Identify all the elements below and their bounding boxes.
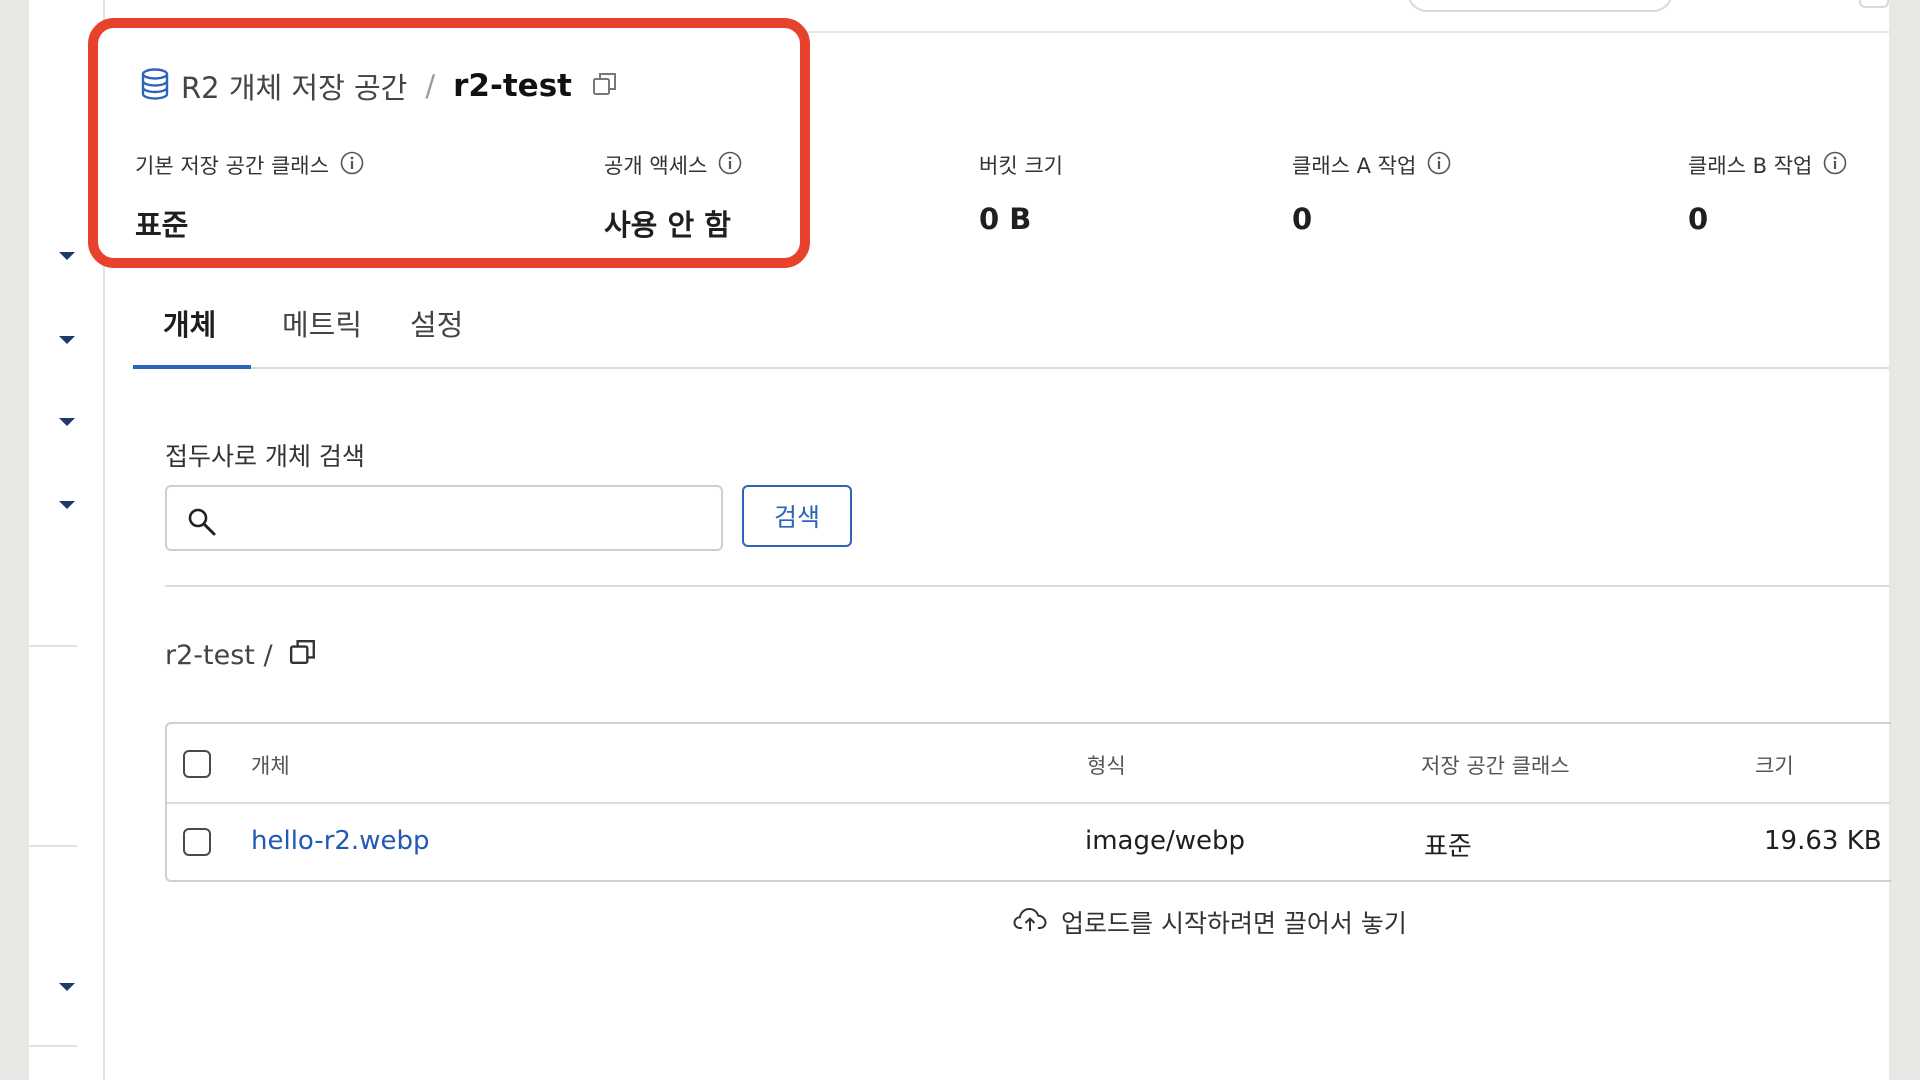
table-row[interactable]: hello-r2.webp image/webp 표준 19.63 KB — [167, 804, 1891, 882]
stat-value: 0 — [1688, 202, 1709, 236]
search-label: 접두사로 개체 검색 — [165, 442, 365, 471]
stat-label: 버킷 크기 — [979, 154, 1063, 178]
stat-bucket-size: 버킷 크기 0 B — [979, 150, 1063, 236]
path-text: r2-test / — [165, 640, 273, 671]
tabs-divider — [133, 367, 1889, 369]
search-icon — [187, 507, 217, 541]
chevron-down-icon[interactable] — [59, 983, 75, 991]
table-header: 개체 형식 저장 공간 클래스 크기 — [167, 724, 1891, 804]
stat-class-b: 클래스 B 작업 0 — [1688, 150, 1847, 236]
column-header-type[interactable]: 형식 — [1087, 750, 1126, 780]
info-icon[interactable] — [1427, 151, 1451, 180]
breadcrumb: R2 개체 저장 공간 / r2-test — [141, 66, 618, 106]
object-name-link[interactable]: hello-r2.webp — [251, 826, 429, 856]
column-header-size[interactable]: 크기 — [1755, 750, 1794, 780]
tab-bar: 개체 메트릭 설정 — [105, 292, 1889, 370]
stat-class-a: 클래스 A 작업 0 — [1292, 150, 1451, 236]
stat-storage-class: 기본 저장 공간 클래스 표준 — [135, 150, 364, 244]
sidebar-divider — [29, 1045, 77, 1047]
row-checkbox[interactable] — [183, 828, 211, 856]
info-icon[interactable] — [340, 151, 364, 180]
active-tab-indicator — [133, 365, 251, 369]
object-type: image/webp — [1085, 826, 1246, 856]
database-icon — [141, 68, 169, 104]
sidebar-divider — [29, 845, 77, 847]
section-divider — [165, 585, 1889, 587]
stat-value: 0 — [1292, 202, 1313, 236]
object-storage-class: 표준 — [1424, 832, 1472, 862]
select-all-checkbox[interactable] — [183, 750, 211, 778]
dropzone-text: 업로드를 시작하려면 끌어서 놓기 — [1061, 909, 1407, 938]
bucket-title: r2-test — [453, 68, 572, 104]
objects-table: 개체 형식 저장 공간 클래스 크기 hello-r2.webp image/w… — [165, 722, 1891, 882]
copy-icon[interactable] — [289, 638, 317, 673]
stat-value: 표준 — [135, 208, 189, 242]
breadcrumb-root-link[interactable]: R2 개체 저장 공간 — [181, 65, 407, 107]
upload-dropzone[interactable]: 업로드를 시작하려면 끌어서 놓기 — [1013, 904, 1407, 940]
chevron-down-icon[interactable] — [59, 252, 75, 260]
chevron-down-icon[interactable] — [59, 501, 75, 509]
search-input[interactable] — [165, 485, 723, 551]
cloud-upload-icon — [1013, 906, 1047, 938]
object-size: 19.63 KB — [1764, 826, 1882, 856]
stat-public-access: 공개 액세스 사용 안 함 — [604, 150, 742, 244]
info-icon[interactable] — [718, 151, 742, 180]
breadcrumb-separator: / — [425, 69, 436, 103]
chevron-down-icon[interactable] — [59, 336, 75, 344]
column-header-storage-class[interactable]: 저장 공간 클래스 — [1421, 750, 1570, 780]
stat-label: 클래스 A 작업 — [1292, 154, 1417, 178]
stat-value: 사용 안 함 — [604, 208, 731, 242]
copy-icon[interactable] — [592, 71, 618, 101]
stat-label: 클래스 B 작업 — [1688, 154, 1813, 178]
chevron-down-icon[interactable] — [59, 418, 75, 426]
stat-label: 기본 저장 공간 클래스 — [135, 154, 329, 178]
stat-label: 공개 액세스 — [604, 154, 708, 178]
tab-settings[interactable]: 설정 — [410, 302, 463, 344]
column-header-object[interactable]: 개체 — [251, 750, 290, 780]
main-content: R2 개체 저장 공간 / r2-test 기본 저장 공간 클래스 표준 공개… — [88, 0, 1891, 1080]
info-icon[interactable] — [1823, 151, 1847, 180]
stat-value: 0 B — [979, 202, 1032, 236]
top-corner-button[interactable] — [1859, 0, 1889, 8]
sidebar-divider — [29, 645, 77, 647]
top-search-pill[interactable] — [1407, 0, 1673, 12]
search-button[interactable]: 검색 — [742, 485, 852, 547]
app-frame: R2 개체 저장 공간 / r2-test 기본 저장 공간 클래스 표준 공개… — [29, 0, 1891, 1080]
object-path: r2-test / — [165, 638, 317, 673]
tab-metrics[interactable]: 메트릭 — [282, 302, 362, 344]
tab-objects[interactable]: 개체 — [163, 302, 216, 344]
